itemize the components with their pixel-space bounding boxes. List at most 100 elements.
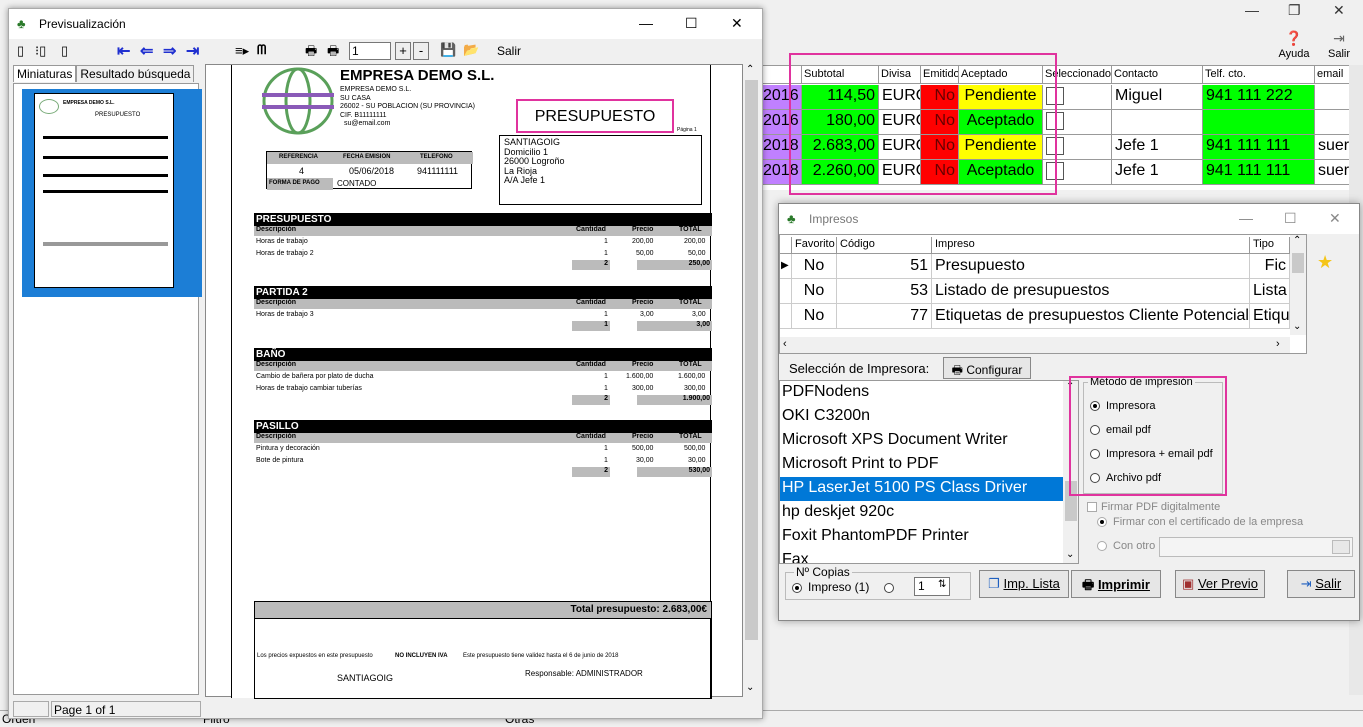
- list-item[interactable]: OKI C3200n: [780, 405, 1078, 429]
- scroll-down-icon[interactable]: ⌄: [746, 682, 754, 693]
- open-icon[interactable]: 📂: [463, 42, 479, 58]
- col-telf[interactable]: Telf. cto.: [1203, 66, 1315, 84]
- copies-group: Nº Copias Impreso (1) 1 ⇅: [785, 565, 971, 600]
- next-page-icon[interactable]: ⇒: [163, 41, 176, 61]
- printer-list[interactable]: PDFNodens OKI C3200n Microsoft XPS Docum…: [779, 380, 1079, 564]
- sign-cert-radio[interactable]: Firmar con el certificado de la empresa: [1097, 516, 1303, 528]
- zoom-out-button[interactable]: -: [413, 42, 429, 60]
- cell-telf[interactable]: 941 111 111: [1203, 160, 1315, 185]
- cell-tipo[interactable]: Etique: [1250, 304, 1290, 329]
- cell-tipo[interactable]: Lista: [1250, 279, 1290, 304]
- dialog-title: Impresos: [809, 212, 859, 226]
- list-item[interactable]: Fax: [780, 549, 1078, 563]
- list-item[interactable]: Microsoft Print to PDF: [780, 453, 1078, 477]
- cell-contacto[interactable]: Jefe 1: [1112, 160, 1203, 185]
- zoom-in-button[interactable]: +: [395, 42, 411, 60]
- grid-vscroll[interactable]: ⌃ ⌄: [1290, 235, 1306, 335]
- cell-favorito[interactable]: No: [792, 254, 837, 279]
- preview-titlebar[interactable]: ♣ Previsualización — ☐ ✕: [9, 9, 762, 39]
- list-item[interactable]: HP LaserJet 5100 PS Class Driver: [780, 477, 1063, 501]
- document-title: PRESUPUESTO: [516, 99, 674, 133]
- copies-radio-custom[interactable]: [884, 580, 900, 594]
- sign-pdf-checkbox[interactable]: Firmar PDF digitalmente: [1087, 501, 1220, 513]
- copies-radio-impreso[interactable]: Impreso (1): [792, 580, 869, 594]
- list-item[interactable]: Foxit PhantomPDF Printer: [780, 525, 1078, 549]
- printer-selection-label: Selección de Impresora:: [789, 361, 930, 376]
- page-view[interactable]: EMPRESA DEMO S.L. EMPRESA DEMO S.L. SU C…: [205, 64, 743, 699]
- exit-button[interactable]: ⇥ Salir: [1287, 570, 1355, 598]
- col-tipo[interactable]: Tipo: [1250, 237, 1290, 254]
- minimize-icon[interactable]: —: [639, 15, 653, 31]
- cell-impreso[interactable]: Presupuesto: [932, 254, 1250, 279]
- two-page-icon[interactable]: ⁝▯: [35, 43, 46, 59]
- cell-favorito[interactable]: No: [792, 304, 837, 329]
- company-name: EMPRESA DEMO S.L.: [340, 67, 495, 84]
- list-item[interactable]: Microsoft XPS Document Writer: [780, 429, 1078, 453]
- maximize-icon[interactable]: ☐: [685, 15, 698, 32]
- print-button[interactable]: 🖶 Imprimir: [1071, 570, 1161, 598]
- restore-icon[interactable]: ❐: [1288, 2, 1301, 19]
- binoculars-icon[interactable]: ᗰ: [257, 42, 266, 58]
- close-icon[interactable]: ✕: [731, 15, 743, 32]
- print-setup-icon[interactable]: 🖶: [327, 42, 339, 64]
- maximize-icon[interactable]: ☐: [1284, 210, 1297, 227]
- print-icon[interactable]: 🖶: [305, 42, 317, 64]
- save-icon[interactable]: 💾: [440, 42, 456, 58]
- col-favorito[interactable]: Favorito: [792, 237, 837, 254]
- impresos-grid[interactable]: Favorito Código Impreso Tipo ▶ No 51 Pre…: [779, 234, 1307, 354]
- page-scrollbar[interactable]: ⌃ ⌄: [743, 64, 760, 697]
- sign-other-radio[interactable]: Con otro: [1097, 540, 1155, 552]
- cell-telf[interactable]: 941 111 222: [1203, 85, 1315, 110]
- preview-icon: ▣: [1182, 576, 1198, 591]
- favorite-star-icon[interactable]: ★: [1317, 252, 1333, 273]
- cell-codigo[interactable]: 53: [837, 279, 932, 304]
- cell-favorito[interactable]: No: [792, 279, 837, 304]
- cell-contacto[interactable]: Miguel: [1112, 85, 1203, 110]
- preview-button[interactable]: ▣ Ver Previo: [1175, 570, 1265, 598]
- scroll-up-icon[interactable]: ⌃: [746, 64, 754, 75]
- single-page-icon[interactable]: ▯: [17, 43, 24, 59]
- cell-impreso[interactable]: Listado de presupuestos: [932, 279, 1250, 304]
- cell-codigo[interactable]: 77: [837, 304, 932, 329]
- certificate-path-input[interactable]: [1159, 537, 1353, 557]
- configure-button[interactable]: 🖶 Configurar: [943, 357, 1031, 379]
- tab-search-results[interactable]: Resultado búsqueda: [76, 65, 195, 82]
- exit-button[interactable]: ⇥ Salir: [1317, 30, 1361, 64]
- last-page-icon[interactable]: ⇥: [186, 41, 199, 61]
- cell-impreso[interactable]: Etiquetas de presupuestos Cliente Potenc…: [932, 304, 1250, 329]
- col-codigo[interactable]: Código: [837, 237, 932, 254]
- page-thumbnail[interactable]: EMPRESA DEMO S.L. PRESUPUESTO: [22, 89, 202, 297]
- tab-thumbnails[interactable]: Miniaturas: [13, 65, 77, 82]
- list-item[interactable]: hp deskjet 920c: [780, 501, 1078, 525]
- scroll-thumb[interactable]: [745, 80, 758, 640]
- stepper-arrows-icon[interactable]: ⇅: [938, 579, 946, 590]
- minimize-icon[interactable]: —: [1239, 210, 1253, 226]
- exit-button[interactable]: Salir: [497, 44, 521, 58]
- col-contacto[interactable]: Contacto: [1112, 66, 1203, 84]
- thumbnail-pane: EMPRESA DEMO S.L. PRESUPUESTO: [13, 83, 202, 695]
- list-item[interactable]: PDFNodens: [780, 381, 1078, 405]
- close-icon[interactable]: ✕: [1329, 210, 1341, 227]
- cell-telf[interactable]: [1203, 110, 1315, 135]
- col-impreso[interactable]: Impreso: [932, 237, 1250, 254]
- goto-icon[interactable]: ≡▸: [235, 43, 249, 59]
- first-page-icon[interactable]: ⇤: [117, 41, 130, 61]
- printer-icon: 🖶: [1082, 577, 1098, 592]
- print-list-button[interactable]: ❐ Imp. Lista: [979, 570, 1069, 598]
- close-icon[interactable]: ✕: [1333, 2, 1345, 19]
- page-number-input[interactable]: 1: [349, 42, 391, 60]
- prev-page-icon[interactable]: ⇐: [140, 41, 153, 61]
- cell-contacto[interactable]: [1112, 110, 1203, 135]
- help-button[interactable]: ❓ Ayuda: [1272, 30, 1316, 64]
- side-tabs: Miniaturas Resultado búsqueda: [13, 65, 195, 82]
- impresos-titlebar[interactable]: ♣ Impresos — ☐ ✕: [779, 204, 1359, 234]
- minimize-icon[interactable]: —: [1245, 2, 1259, 18]
- cell-tipo[interactable]: Fic: [1250, 254, 1290, 279]
- grid-hscroll[interactable]: ‹ ›: [780, 337, 1290, 353]
- cell-telf[interactable]: 941 111 111: [1203, 135, 1315, 160]
- thumbnail-page: EMPRESA DEMO S.L. PRESUPUESTO: [34, 93, 174, 288]
- cell-contacto[interactable]: Jefe 1: [1112, 135, 1203, 160]
- budget-section: PRESUPUESTO Descripción Cantidad Precio TOT…: [254, 213, 712, 270]
- full-page-icon[interactable]: ▯: [61, 43, 68, 59]
- cell-codigo[interactable]: 51: [837, 254, 932, 279]
